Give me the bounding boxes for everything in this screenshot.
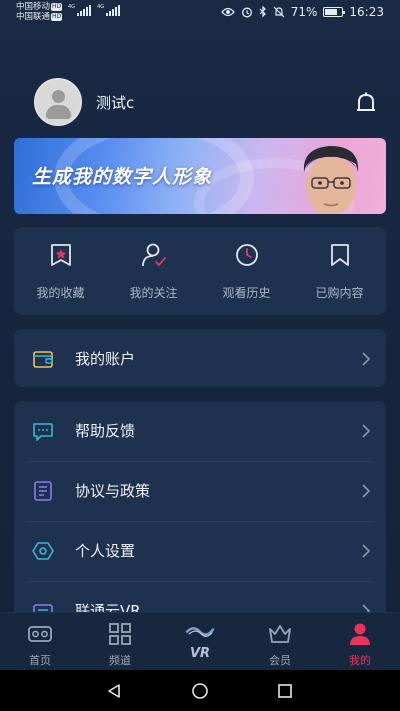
notification-bell-icon[interactable] — [354, 91, 378, 117]
shortcut-purchased[interactable]: 已购内容 — [293, 227, 386, 315]
avatar[interactable] — [34, 78, 82, 126]
signal-icon: 4G — [97, 4, 121, 16]
bluetooth-icon — [259, 6, 266, 18]
nav-home[interactable]: 首页 — [0, 613, 80, 670]
shortcut-history[interactable]: 观看历史 — [200, 227, 293, 315]
account-card: 我的账户 — [14, 329, 386, 387]
nav-label: 会员 — [269, 654, 291, 667]
nav-mine[interactable]: 我的 — [320, 613, 400, 670]
shortcut-label: 已购内容 — [315, 286, 364, 300]
chevron-right-icon — [362, 544, 370, 558]
row-label: 帮助反馈 — [75, 422, 136, 440]
mute-icon — [273, 6, 285, 18]
nav-vr[interactable]: VR — [160, 613, 240, 670]
settings-list: 帮助反馈 协议与政策 个人设置 联通云VR — [14, 401, 386, 641]
row-label: 个人设置 — [75, 542, 136, 560]
chevron-right-icon — [362, 424, 370, 438]
username: 测试c — [96, 93, 135, 112]
document-icon — [34, 481, 52, 501]
shortcut-grid: 我的收藏 我的关注 观看历史 已购内容 — [14, 227, 386, 315]
shortcut-label: 我的收藏 — [36, 286, 85, 300]
person-icon — [350, 623, 370, 645]
personal-settings-row[interactable]: 个人设置 — [14, 521, 386, 581]
nav-label: 首页 — [29, 654, 51, 667]
shortcut-favorites[interactable]: 我的收藏 — [14, 227, 107, 315]
digital-human-avatar-icon — [303, 146, 359, 214]
battery-icon — [323, 7, 346, 17]
wallet-icon — [33, 351, 53, 368]
banner-title: 生成我的数字人形象 — [32, 166, 213, 188]
nav-label: 频道 — [109, 654, 131, 667]
bookmark-icon — [330, 244, 349, 266]
alarm-icon — [241, 7, 252, 18]
row-label: 我的账户 — [75, 350, 136, 368]
settings-hexagon-icon — [32, 542, 54, 560]
crown-icon — [269, 625, 291, 643]
battery-percent: 71% — [290, 5, 318, 19]
bottom-nav: 首页 频道 VR 会员 我的 — [0, 612, 400, 670]
help-feedback-row[interactable]: 帮助反馈 — [14, 401, 386, 461]
bookmark-star-icon — [50, 244, 71, 266]
carrier-2: 中国联通 — [16, 12, 51, 22]
chat-icon — [33, 423, 53, 441]
hd-badge: HD — [51, 3, 63, 11]
status-bar: 中国移动 HD 中国联通 HD 4G 4G 71% 16:23 — [0, 0, 400, 26]
vr-headset-icon — [28, 626, 52, 642]
profile-header[interactable]: 测试c — [34, 78, 134, 126]
nav-channel[interactable]: 频道 — [80, 613, 160, 670]
shortcut-label: 我的关注 — [129, 286, 178, 300]
grid-icon — [109, 623, 131, 645]
nav-member[interactable]: 会员 — [240, 613, 320, 670]
policy-row[interactable]: 协议与政策 — [14, 461, 386, 521]
digital-avatar-banner[interactable]: 生成我的数字人形象 — [14, 138, 386, 214]
system-navigation-bar — [0, 670, 400, 711]
nav-label: 我的 — [349, 654, 371, 667]
recents-icon[interactable] — [277, 683, 293, 699]
app-screen: 中国移动 HD 中国联通 HD 4G 4G 71% 16:23 测试c 生成我的数 — [0, 0, 400, 711]
hd-badge: HD — [51, 13, 63, 21]
user-check-icon — [141, 243, 166, 267]
signal-icon: 4G — [68, 4, 92, 16]
home-icon[interactable] — [191, 683, 209, 699]
chevron-right-icon — [362, 352, 370, 366]
carrier-info: 中国移动 HD 中国联通 HD — [16, 2, 63, 22]
clock-icon — [235, 244, 258, 266]
carrier-1: 中国移动 — [16, 2, 51, 12]
clock-time: 16:23 — [349, 5, 384, 19]
status-right: 71% 16:23 — [220, 5, 384, 19]
shortcut-following[interactable]: 我的关注 — [107, 227, 200, 315]
signal-icons: 4G 4G — [68, 4, 121, 16]
nav-label: VR — [189, 646, 211, 661]
eye-icon — [220, 7, 235, 17]
shortcut-label: 观看历史 — [222, 286, 271, 300]
chevron-right-icon — [362, 484, 370, 498]
row-label: 协议与政策 — [75, 482, 151, 500]
my-account-row[interactable]: 我的账户 — [14, 329, 386, 387]
back-icon[interactable] — [106, 683, 122, 699]
